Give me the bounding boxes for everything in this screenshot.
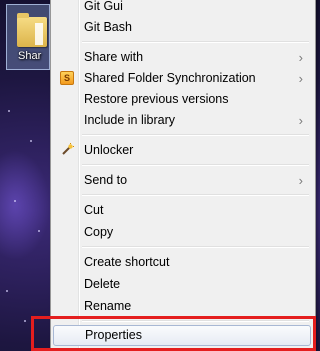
menu-separator bbox=[82, 194, 309, 196]
menu-item-share-with[interactable]: Share with › bbox=[53, 47, 311, 68]
menu-item-include-in-library[interactable]: Include in library › bbox=[53, 110, 311, 131]
menu-item-label: Send to bbox=[84, 173, 128, 187]
submenu-arrow-icon: › bbox=[298, 173, 303, 188]
desktop-folder-label: Shar bbox=[18, 50, 42, 62]
menu-item-restore-previous-versions[interactable]: Restore previous versions bbox=[53, 89, 311, 110]
menu-separator bbox=[82, 41, 309, 43]
menu-item-shared-folder-sync[interactable]: S Shared Folder Synchronization › bbox=[53, 68, 311, 89]
menu-item-label: Unlocker bbox=[84, 143, 134, 157]
background-star bbox=[30, 140, 32, 142]
background-glow bbox=[0, 150, 50, 260]
folder-icon bbox=[17, 13, 47, 47]
menu-item-send-to[interactable]: Send to › bbox=[53, 170, 311, 191]
menu-item-label: Rename bbox=[84, 299, 132, 313]
menu-item-label: Cut bbox=[84, 203, 104, 217]
menu-separator bbox=[82, 246, 309, 248]
menu-item-label: Restore previous versions bbox=[84, 92, 229, 106]
menu-separator bbox=[82, 164, 309, 166]
magic-wand-icon bbox=[60, 143, 74, 157]
menu-item-unlocker[interactable]: Unlocker bbox=[53, 140, 311, 161]
menu-item-label: Copy bbox=[84, 225, 114, 239]
menu-item-create-shortcut[interactable]: Create shortcut bbox=[53, 252, 311, 273]
submenu-arrow-icon: › bbox=[298, 50, 303, 65]
desktop-area: Shar bbox=[0, 0, 50, 351]
menu-item-rename[interactable]: Rename bbox=[53, 296, 311, 317]
context-menu: Git Gui Git Bash Share with › S Shared F… bbox=[50, 0, 316, 351]
menu-separator bbox=[82, 134, 309, 136]
background-star bbox=[24, 320, 26, 322]
menu-item-label: Delete bbox=[84, 277, 121, 291]
shared-folder-sync-icon: S bbox=[60, 71, 74, 85]
background-star bbox=[14, 200, 16, 202]
menu-item-git-gui[interactable]: Git Gui bbox=[53, 0, 311, 17]
menu-item-label: Git Bash bbox=[84, 20, 132, 34]
background-star bbox=[38, 230, 40, 232]
menu-item-label: Shared Folder Synchronization bbox=[84, 71, 256, 85]
menu-item-label: Create shortcut bbox=[84, 255, 170, 269]
submenu-arrow-icon: › bbox=[298, 71, 303, 86]
background-star bbox=[6, 290, 8, 292]
menu-item-git-bash[interactable]: Git Bash bbox=[53, 17, 311, 38]
menu-item-cut[interactable]: Cut bbox=[53, 200, 311, 221]
menu-item-label: Git Gui bbox=[84, 0, 123, 13]
menu-item-delete[interactable]: Delete bbox=[53, 274, 311, 295]
menu-item-copy[interactable]: Copy bbox=[53, 222, 311, 243]
menu-item-label: Share with bbox=[84, 50, 144, 64]
properties-highlight-annotation bbox=[31, 316, 316, 351]
menu-item-label: Include in library bbox=[84, 113, 176, 127]
submenu-arrow-icon: › bbox=[298, 113, 303, 128]
background-star bbox=[8, 110, 10, 112]
